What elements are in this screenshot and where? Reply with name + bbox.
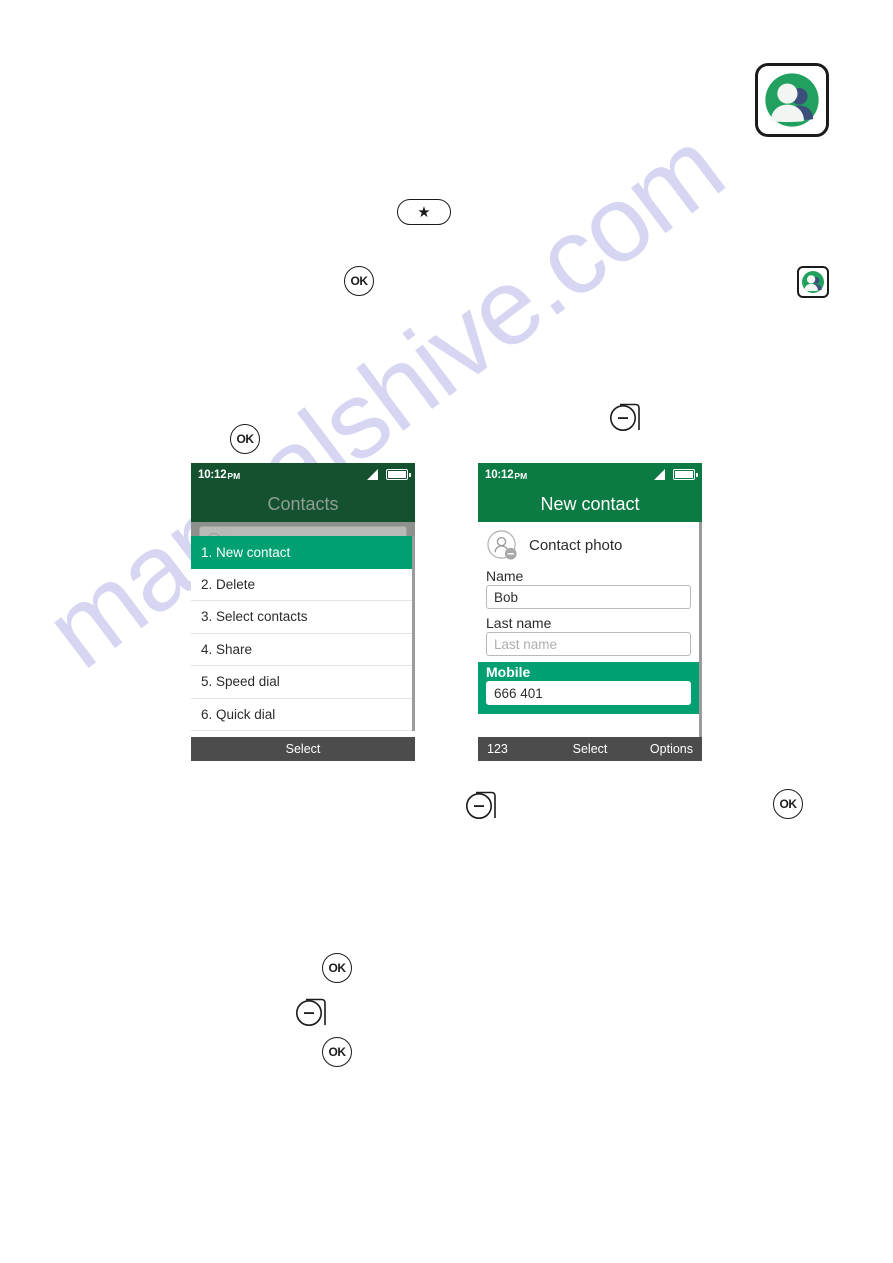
contact-photo-avatar-icon[interactable] (486, 529, 519, 562)
back-key-icon-3 (294, 994, 328, 1028)
softkey-select[interactable]: Select (556, 742, 625, 756)
ok-key-icon-3: OK (773, 789, 803, 819)
contacts-app-icon-glyph (765, 73, 819, 127)
menu-item-speed-dial[interactable]: 5. Speed dial (191, 666, 412, 699)
softkey-input-mode[interactable]: 123 (487, 742, 556, 756)
menu-item-label: 5. Speed dial (201, 674, 280, 690)
field-label-mobile: Mobile (486, 664, 531, 680)
menu-item-label: 4. Share (201, 641, 253, 657)
signal-icon (367, 469, 378, 480)
field-mobile: Mobile 666 401 (478, 662, 699, 714)
menu-item-share[interactable]: 4. Share (191, 634, 412, 666)
status-time: 10:12 (485, 468, 514, 481)
new-contact-form: Contact photo Name Bob Last name Last na… (478, 522, 702, 737)
ok-key-icon-1: OK (344, 266, 374, 296)
contact-photo-row[interactable]: Contact photo (478, 522, 699, 568)
ok-key-icon-5: OK (322, 1037, 352, 1067)
field-name: Name Bob (478, 568, 699, 609)
status-time: 10:12 (198, 468, 227, 481)
ok-key-icon-4: OK (322, 953, 352, 983)
page-title-new-contact: New contact (478, 486, 702, 522)
menu-item-select-contacts[interactable]: 3. Select contacts (191, 601, 412, 634)
contacts-app-icon-large (755, 63, 829, 137)
soft-key-bar: Select (191, 737, 415, 761)
softkey-select[interactable]: Select (269, 742, 338, 756)
field-input-mobile[interactable]: 666 401 (486, 681, 691, 705)
star-key-icon: ★ (397, 199, 451, 225)
phone-screen-contacts: 10:12 PM Contacts Search 1. New contact … (191, 463, 415, 761)
battery-icon (386, 469, 411, 480)
status-ampm: PM (227, 470, 241, 481)
contacts-app-icon-glyph-small (802, 271, 824, 293)
status-bar: 10:12 PM (191, 463, 415, 486)
back-key-icon-1 (608, 399, 642, 433)
soft-key-bar: 123 Select Options (478, 737, 702, 761)
field-input-name[interactable]: Bob (486, 585, 691, 609)
field-label-name: Name (486, 568, 524, 584)
field-last-name: Last name Last name (478, 615, 699, 656)
softkey-options[interactable]: Options (624, 742, 693, 756)
menu-item-delete[interactable]: 2. Delete (191, 569, 412, 601)
menu-item-label: 1. New contact (201, 544, 291, 560)
contact-photo-label: Contact photo (529, 536, 623, 554)
page-watermark: manualshive.com (24, 106, 820, 930)
contacts-app-icon-small (797, 266, 829, 298)
phone-screen-new-contact: 10:12 PM New contact Contact photo Name … (478, 463, 702, 761)
menu-item-label: 2. Delete (201, 576, 256, 592)
status-ampm: PM (514, 470, 528, 481)
menu-item-new-contact[interactable]: 1. New contact (191, 536, 412, 569)
status-bar: 10:12 PM (478, 463, 702, 486)
battery-icon (673, 469, 698, 480)
ok-key-icon-2: OK (230, 424, 260, 454)
menu-item-label: 3. Select contacts (201, 609, 308, 625)
field-input-last-name[interactable]: Last name (486, 632, 691, 656)
field-label-last-name: Last name (486, 615, 552, 631)
options-menu: 1. New contact 2. Delete 3. Select conta… (191, 536, 415, 731)
page-title-contacts: Contacts (191, 486, 415, 522)
signal-icon (654, 469, 665, 480)
menu-item-quick-dial[interactable]: 6. Quick dial (191, 699, 412, 731)
back-key-icon-2 (464, 787, 498, 821)
menu-item-label: 6. Quick dial (201, 706, 276, 722)
